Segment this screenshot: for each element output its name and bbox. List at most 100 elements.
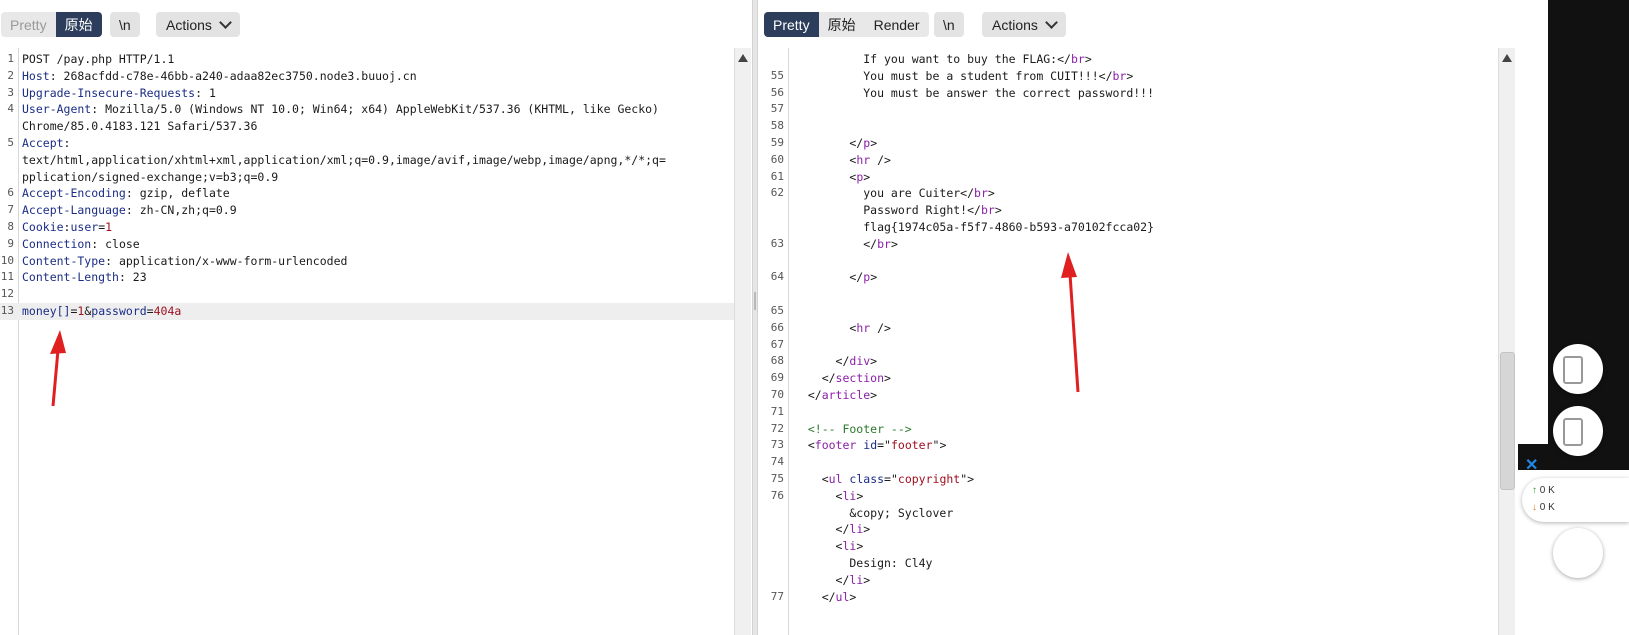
code-token: br — [1070, 52, 1085, 66]
code-token: Accept-Encoding — [22, 186, 126, 201]
line-number: 4 — [7, 102, 14, 116]
request-editor[interactable]: 1 POST /pay.php HTTP/1.1 2 Host: 268acfdd-c… — [0, 48, 734, 635]
code-token: < — [794, 438, 815, 453]
line-number: 57 — [770, 102, 784, 116]
code-token: > — [870, 354, 878, 369]
close-icon[interactable]: ✕ — [1525, 455, 1538, 475]
newline-label: \n — [119, 16, 131, 33]
code-token: 1 — [105, 219, 113, 234]
scroll-up-arrow-icon[interactable] — [1502, 54, 1512, 62]
response-lines: If you want to buy the FLAG:</br> 55 You … — [758, 51, 1554, 605]
code-token: <!-- Footer --> — [794, 421, 912, 436]
line-number: 76 — [770, 488, 784, 502]
line-text: Cookie:user=1 — [22, 219, 112, 236]
code-line: 1 POST /pay.php HTTP/1.1 — [0, 51, 734, 68]
line-number: 65 — [770, 303, 784, 317]
code-token: If you want to buy the FLAG: — [794, 52, 1058, 66]
request-view-tabs: Pretty 原始 — [1, 12, 102, 37]
code-token: &copy; Syclover — [794, 505, 954, 520]
line-text: <hr /> — [794, 320, 891, 337]
actions-button[interactable]: Actions — [982, 12, 1066, 37]
code-token: </ — [794, 135, 864, 150]
upload-speed: ↑ 0 K — [1532, 485, 1555, 496]
code-token: br — [974, 186, 988, 201]
response-scrollbar[interactable] — [1498, 48, 1515, 635]
line-number: 11 — [0, 270, 14, 284]
tab-pretty[interactable]: Pretty — [764, 12, 819, 37]
code-token: br — [1112, 68, 1127, 83]
request-toolbar: Pretty 原始 \n Actions — [0, 0, 752, 48]
code-token: Host — [22, 68, 50, 83]
code-token: div — [849, 354, 871, 369]
code-token: pplication/signed-exchange;v=b3;q=0.9 — [22, 169, 279, 184]
code-line: 12 — [0, 286, 734, 303]
tab-render[interactable]: Render — [865, 12, 929, 37]
code-token: </ — [794, 572, 850, 587]
code-token: footer — [814, 438, 857, 453]
code-line: 60 <hr /> — [758, 152, 1554, 169]
code-line: <li> — [758, 538, 1554, 555]
line-number: 56 — [770, 85, 784, 99]
tab-pretty[interactable]: Pretty — [1, 12, 56, 37]
line-number: 60 — [770, 152, 784, 166]
line-text: <p> — [794, 169, 870, 186]
code-token: > — [870, 270, 878, 285]
tab-raw[interactable]: 原始 — [55, 12, 102, 37]
code-line: Password Right!</br> — [758, 202, 1554, 219]
line-number: 77 — [770, 589, 784, 603]
line-text: text/html,application/xhtml+xml,applicat… — [22, 152, 666, 169]
code-token: </ — [794, 236, 878, 251]
response-editor[interactable]: If you want to buy the FLAG:</br> 55 You … — [758, 48, 1554, 635]
code-line: 13 money[]=1&password=404a — [0, 302, 734, 320]
arrow-up-icon: ↑ — [1532, 485, 1537, 496]
code-token: Cookie — [22, 219, 64, 234]
code-line: 57 — [758, 101, 1554, 118]
code-token: < — [794, 539, 843, 554]
line-text: Design: Cl4y — [794, 555, 932, 572]
code-token: ul — [828, 471, 843, 486]
code-token: user — [70, 219, 99, 234]
code-token: Accept-Language — [22, 203, 126, 218]
code-line: 61 <p> — [758, 169, 1554, 186]
code-token: > — [863, 572, 871, 587]
line-text: flag{1974c05a-f5f7-4860-b593-a70102fcca0… — [794, 219, 1154, 236]
line-text: <!-- Footer --> — [794, 421, 912, 438]
floating-button[interactable] — [1553, 344, 1603, 394]
code-line: 5 Accept: — [0, 135, 734, 152]
request-scrollbar[interactable] — [734, 48, 751, 635]
splitter-grip — [754, 292, 756, 310]
line-text: &copy; Syclover — [794, 505, 953, 522]
floating-button[interactable] — [1553, 528, 1603, 578]
line-text: </li> — [794, 572, 871, 589]
code-line: 56 You must be answer the correct passwo… — [758, 85, 1554, 102]
code-line: 68 </div> — [758, 353, 1554, 370]
line-number: 13 — [0, 303, 14, 317]
scrollbar-thumb[interactable] — [1500, 352, 1515, 490]
newline-toggle-button[interactable]: \n — [110, 12, 140, 37]
actions-button[interactable]: Actions — [156, 12, 240, 37]
code-token: </ — [1057, 52, 1071, 66]
scroll-up-arrow-icon[interactable] — [738, 54, 748, 62]
newline-toggle-button[interactable]: \n — [934, 12, 964, 37]
code-token: "> — [960, 471, 975, 486]
newline-label: \n — [943, 16, 955, 33]
code-token: : 1 — [195, 85, 216, 100]
code-line: 69 </section> — [758, 370, 1554, 387]
code-token: < — [794, 320, 857, 335]
code-line: 58 — [758, 118, 1554, 135]
floating-button[interactable] — [1553, 406, 1603, 456]
line-text: </p> — [794, 269, 877, 286]
line-number: 75 — [770, 471, 784, 485]
code-token: < — [794, 169, 857, 184]
line-text: Upgrade-Insecure-Requests: 1 — [22, 85, 216, 102]
code-token: > — [884, 371, 891, 386]
response-toolbar: Pretty 原始 Render \n Actions — [758, 0, 1574, 48]
code-token: /> — [870, 152, 891, 167]
line-number: 12 — [0, 287, 14, 301]
code-token: > — [870, 135, 878, 150]
line-text: <li> — [794, 538, 864, 555]
code-line: 73 <footer id="footer"> — [758, 437, 1554, 454]
tab-raw[interactable]: 原始 — [819, 12, 865, 37]
line-number: 63 — [770, 236, 784, 250]
code-line: 77 </ul> — [758, 589, 1554, 606]
